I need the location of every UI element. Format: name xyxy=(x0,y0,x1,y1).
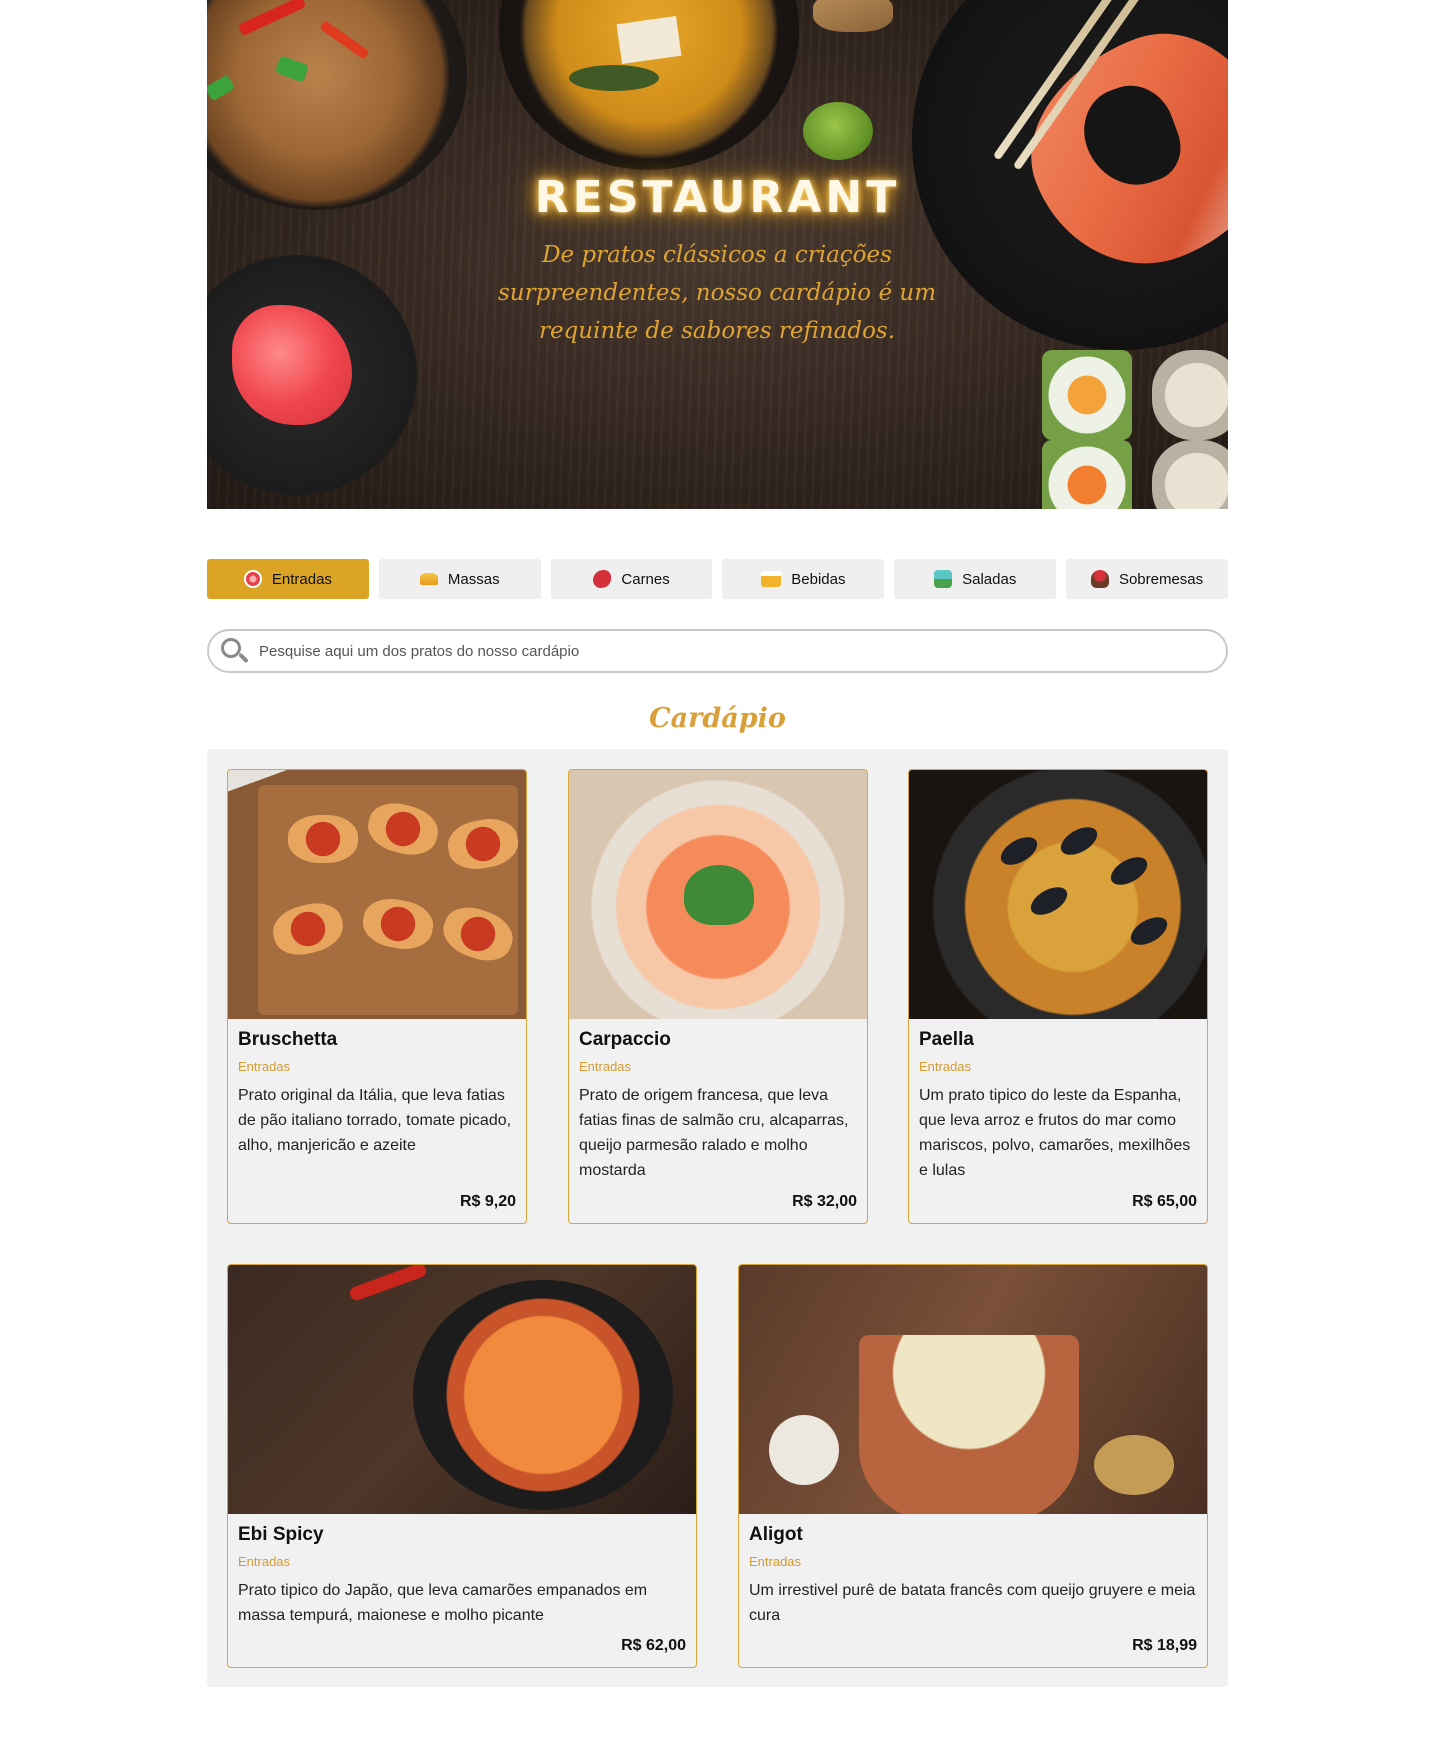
menu-card[interactable]: Ebi Spicy Entradas Prato tipico do Japão… xyxy=(227,1264,697,1668)
dish-image xyxy=(228,1265,696,1514)
dish-category: Entradas xyxy=(919,1059,972,1074)
hero-title: RESTAURANT xyxy=(534,172,901,223)
sushi-roll-image xyxy=(1152,440,1228,509)
search-input[interactable] xyxy=(259,642,1159,660)
tab-label: Massas xyxy=(447,570,500,588)
dish-description: Prato tipico do Japão, que leva camarões… xyxy=(238,1582,648,1624)
dish-name: Ebi Spicy xyxy=(238,1524,324,1545)
dish-name: Paella xyxy=(919,1029,974,1050)
tab-sobremesas[interactable]: Sobremesas xyxy=(1066,559,1228,599)
drinks-icon xyxy=(761,571,782,587)
dish-category: Entradas xyxy=(238,1554,291,1569)
hero-subtitle: De pratos clássicos a criações surpreend… xyxy=(497,242,937,344)
dessert-icon xyxy=(1090,570,1109,588)
dish-image xyxy=(739,1265,1207,1514)
dish-price: R$ 18,99 xyxy=(1132,1637,1197,1654)
dish-price: R$ 32,00 xyxy=(792,1193,857,1210)
dish-category: Entradas xyxy=(238,1059,291,1074)
search-bar xyxy=(207,629,1228,673)
tab-saladas[interactable]: Saladas xyxy=(894,559,1057,599)
dish-category: Entradas xyxy=(749,1554,802,1569)
plate-icon xyxy=(243,570,262,588)
dish-price: R$ 9,20 xyxy=(459,1193,516,1210)
search-icon xyxy=(219,636,249,666)
dish-name: Carpaccio xyxy=(579,1029,671,1050)
menu-card[interactable]: Bruschetta Entradas Prato original da It… xyxy=(227,769,527,1224)
dish-name: Bruschetta xyxy=(238,1029,338,1050)
menu-card[interactable]: Aligot Entradas Um irrestivel purê de ba… xyxy=(738,1264,1208,1668)
sushi-roll-image xyxy=(1152,350,1228,440)
tab-label: Entradas xyxy=(271,570,332,588)
dish-image xyxy=(228,770,526,1019)
menu-section-title: Cardápio xyxy=(649,703,786,734)
tab-entradas[interactable]: Entradas xyxy=(207,559,369,599)
menu-card[interactable]: Carpaccio Entradas Prato de origem franc… xyxy=(568,769,868,1224)
tab-label: Bebidas xyxy=(791,570,846,588)
pickled-ginger-plate-image xyxy=(207,255,417,495)
sushi-roll-image xyxy=(1042,350,1132,440)
dish-image xyxy=(909,770,1207,1019)
meat-icon xyxy=(593,570,612,588)
dish-price: R$ 62,00 xyxy=(621,1637,686,1654)
dish-price: R$ 65,00 xyxy=(1132,1193,1197,1210)
dish-description: Prato original da Itália, que leva fatia… xyxy=(238,1087,512,1154)
ginger-root-image xyxy=(813,0,893,32)
tab-label: Saladas xyxy=(962,570,1017,588)
menu-panel: Bruschetta Entradas Prato original da It… xyxy=(207,749,1228,1687)
tab-bebidas[interactable]: Bebidas xyxy=(722,559,885,599)
sushi-roll-image xyxy=(1042,440,1132,509)
dish-image xyxy=(569,770,867,1019)
dish-name: Aligot xyxy=(749,1524,803,1545)
tab-massas[interactable]: Massas xyxy=(378,559,541,599)
miso-soup-bowl-image xyxy=(499,0,799,170)
salad-icon xyxy=(934,570,953,588)
hero-banner: RESTAURANT De pratos clássicos a criaçõe… xyxy=(207,0,1228,509)
wasabi-image xyxy=(803,102,873,160)
dish-category: Entradas xyxy=(579,1059,632,1074)
tab-carnes[interactable]: Carnes xyxy=(550,559,713,599)
dish-description: Um irrestivel purê de batata francês com… xyxy=(749,1582,1196,1624)
category-tabs: Entradas Massas Carnes Bebidas Saladas S… xyxy=(207,559,1228,599)
dish-description: Prato de origem francesa, que leva fatia… xyxy=(579,1087,849,1179)
pasta-icon xyxy=(419,573,438,585)
tab-label: Carnes xyxy=(621,570,670,588)
tab-label: Sobremesas xyxy=(1118,570,1204,588)
dish-description: Um prato tipico do leste da Espanha, que… xyxy=(919,1087,1191,1179)
menu-card[interactable]: Paella Entradas Um prato tipico do leste… xyxy=(908,769,1208,1224)
